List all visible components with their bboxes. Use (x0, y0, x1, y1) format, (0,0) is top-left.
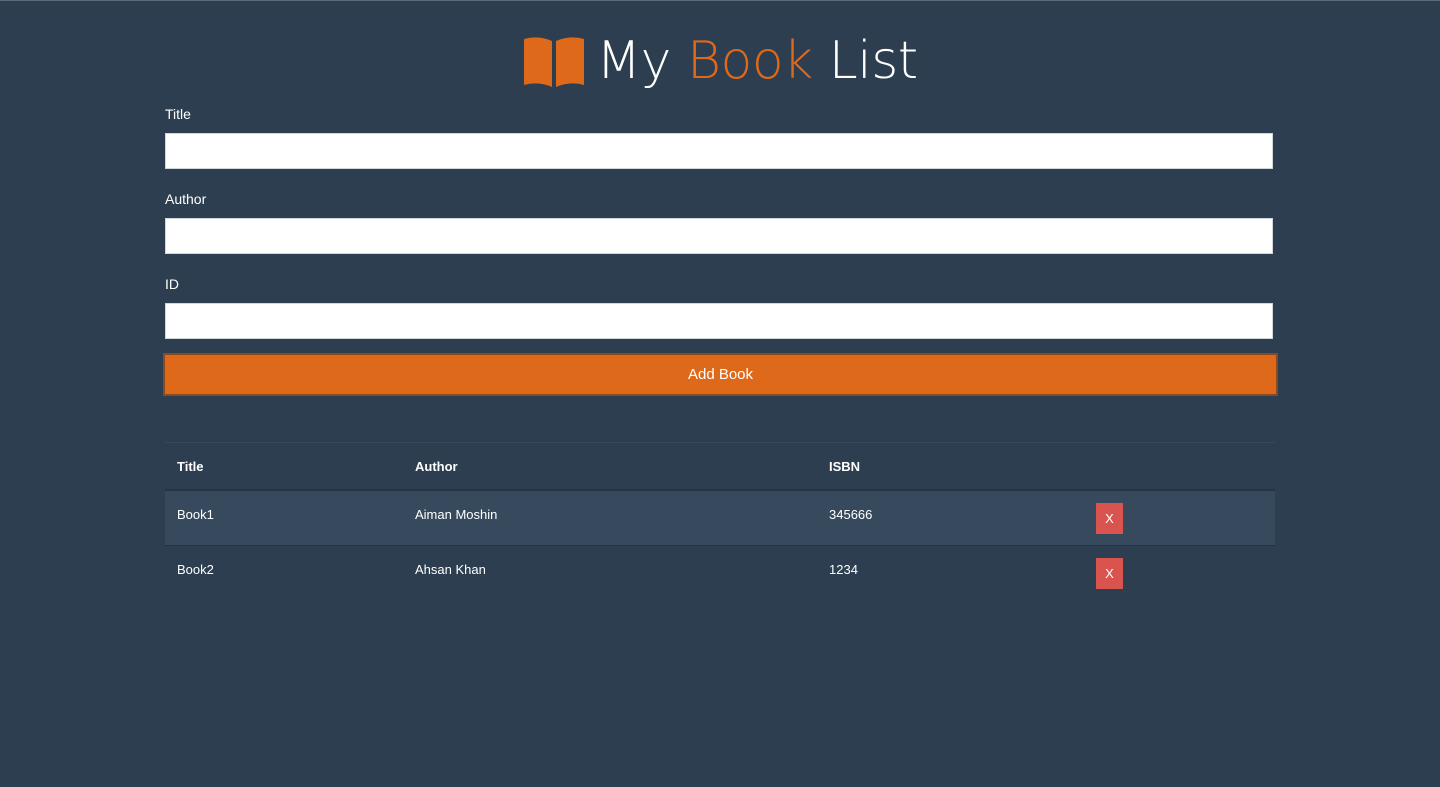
page-title: My Book List (596, 35, 918, 87)
author-label: Author (165, 191, 207, 207)
book-title-cell: Book2 (177, 561, 214, 577)
book-isbn-cell: 1234 (829, 561, 858, 577)
column-header-isbn: ISBN (817, 442, 1084, 491)
delete-book-button[interactable]: X (1096, 557, 1123, 589)
book-form: Title Author ID (165, 105, 1275, 360)
book-author-cell: Aiman Moshin (403, 490, 817, 546)
author-field-group: Author (165, 190, 1275, 275)
title-input[interactable] (165, 133, 1273, 169)
table-header-row: Title Author ISBN (165, 442, 1275, 491)
author-input[interactable] (165, 218, 1273, 254)
book-actions-cell: X (1084, 545, 1275, 600)
id-field-group: ID (165, 275, 1275, 360)
add-book-button[interactable]: Add Book (163, 353, 1278, 396)
title-field-group: Title (165, 105, 1275, 190)
book-author-cell: Ahsan Khan (415, 561, 486, 577)
id-input[interactable] (165, 303, 1273, 339)
column-header-author: Author (403, 442, 817, 491)
column-header-actions (1084, 442, 1275, 491)
book-isbn-cell: 345666 (817, 490, 1084, 546)
column-header-title: Title (165, 442, 403, 491)
title-word-my: My (596, 31, 671, 91)
book-table: Title Author ISBN Book1 Aiman Moshin 345… (165, 442, 1275, 600)
open-book-icon (524, 37, 585, 87)
title-word-book: Book (686, 31, 813, 91)
table-row: Book1 Aiman Moshin 345666 X (165, 490, 1275, 546)
book-actions-cell: X (1084, 490, 1275, 546)
title-word-list: List (828, 31, 918, 91)
delete-book-button[interactable]: X (1096, 503, 1123, 534)
page-header: My Book List (0, 29, 1440, 93)
book-title-cell: Book1 (165, 490, 403, 546)
id-label: ID (165, 276, 179, 292)
table-row: Book2 Ahsan Khan 1234 X (165, 545, 1275, 600)
title-label: Title (165, 106, 191, 122)
